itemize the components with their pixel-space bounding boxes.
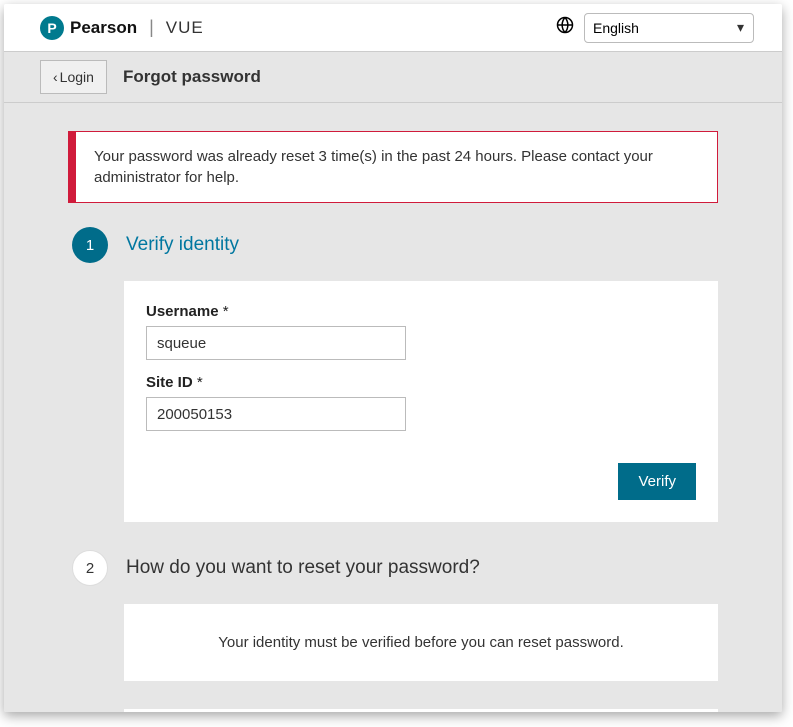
step1-header: 1 Verify identity — [72, 227, 718, 263]
back-label: Login — [60, 69, 94, 85]
language-select-wrap: English — [584, 13, 754, 43]
actions-panel: Cancel Forgot username — [124, 709, 718, 712]
brand-logo: P Pearson | VUE — [40, 16, 204, 40]
chevron-left-icon: ‹ — [53, 69, 58, 85]
pearson-p-icon: P — [40, 16, 64, 40]
verify-row: Verify — [146, 463, 696, 500]
reset-method-panel: Your identity must be verified before yo… — [124, 604, 718, 681]
back-to-login-button[interactable]: ‹ Login — [40, 60, 107, 94]
app-frame: P Pearson | VUE English ‹ Login Forgot p… — [4, 4, 782, 712]
language-select[interactable]: English — [584, 13, 754, 43]
verify-required-message: Your identity must be verified before yo… — [218, 634, 624, 651]
username-input[interactable] — [146, 326, 406, 360]
username-label: Username * — [146, 303, 696, 320]
page-title: Forgot password — [123, 67, 261, 87]
brand-name-pearson: Pearson — [70, 18, 137, 38]
brand-divider: | — [149, 17, 154, 38]
global-header: P Pearson | VUE English — [4, 4, 782, 51]
step1-title: Verify identity — [126, 234, 239, 256]
verify-button[interactable]: Verify — [618, 463, 696, 500]
breadcrumb-bar: ‹ Login Forgot password — [4, 51, 782, 103]
alert-message: Your password was already reset 3 time(s… — [94, 148, 653, 186]
step2-number: 2 — [72, 550, 108, 586]
step2-header: 2 How do you want to reset your password… — [72, 550, 718, 586]
brand-name-vue: VUE — [166, 18, 204, 38]
verify-identity-panel: Username * Site ID * Verify — [124, 281, 718, 522]
step1-number: 1 — [72, 227, 108, 263]
error-alert: Your password was already reset 3 time(s… — [68, 131, 718, 203]
siteid-label: Site ID * — [146, 374, 696, 391]
globe-icon — [556, 16, 574, 39]
main-content: Your password was already reset 3 time(s… — [4, 103, 782, 712]
step2-title: How do you want to reset your password? — [126, 557, 480, 579]
siteid-input[interactable] — [146, 397, 406, 431]
